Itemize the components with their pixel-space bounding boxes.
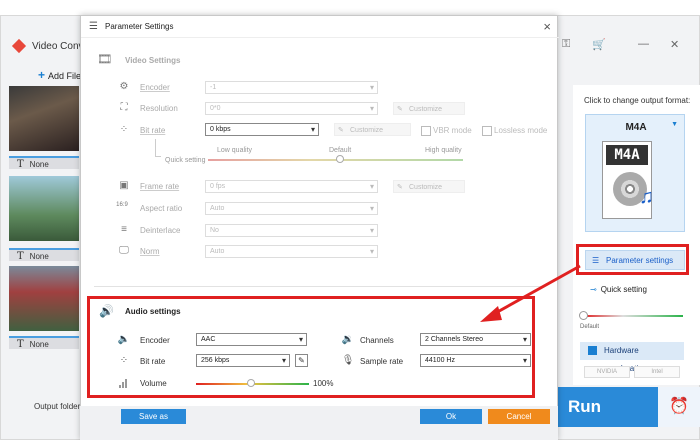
text-icon: T	[17, 159, 24, 170]
red-arrow-icon	[480, 264, 581, 322]
pencil-icon: ✎	[338, 127, 344, 134]
output-format-card[interactable]: M4A ▼ M4A ♫	[585, 114, 685, 232]
key-icon[interactable]: ⚿	[562, 38, 570, 51]
video-settings-title: Video Settings	[125, 56, 181, 65]
hardware-acceleration-button[interactable]: Hardware acceleration	[580, 342, 684, 373]
minimize-icon[interactable]: —	[638, 38, 649, 50]
resolution-select[interactable]: 0*0	[205, 102, 378, 115]
high-quality-label: High quality	[425, 147, 462, 154]
pencil-icon: ✎	[397, 184, 403, 191]
subtitle-selector[interactable]: T None	[9, 248, 79, 262]
ok-button[interactable]: Ok	[420, 409, 482, 424]
vbr-mode-checkbox[interactable]: VBR mode	[421, 126, 472, 136]
resolution-label: Resolution	[140, 104, 178, 113]
video-quality-knob[interactable]	[336, 155, 344, 163]
bitrate-dots-icon: ⁘	[119, 124, 129, 135]
cart-icon[interactable]: 🛒	[592, 38, 606, 51]
cancel-button[interactable]: Cancel	[488, 409, 550, 424]
film-gear-icon: 🎞	[97, 52, 113, 66]
save-as-button[interactable]: Save as	[121, 409, 186, 424]
chip-icon	[588, 346, 597, 355]
resolution-customize-button[interactable]: ✎ Customize	[393, 102, 465, 115]
lossless-mode-checkbox[interactable]: Lossless mode	[482, 126, 547, 136]
aspect-ratio-select[interactable]: Auto	[205, 202, 378, 215]
video-thumbnail[interactable]	[9, 86, 79, 151]
alarm-clock-icon[interactable]: ⏰	[658, 387, 700, 427]
close-app-icon[interactable]: ✕	[670, 38, 679, 51]
default-quality-label: Default	[329, 147, 352, 154]
subtitle-value: None	[29, 340, 49, 349]
toggle-icon: ⊸	[590, 285, 597, 294]
pencil-icon: ✎	[397, 106, 403, 113]
dialog-title-bar: ☰ Parameter Settings ×	[81, 16, 559, 38]
customize-label: Customize	[409, 106, 443, 113]
output-folder-label: Output folder:	[34, 402, 83, 411]
video-bitrate-select[interactable]: 0 kbps	[205, 123, 319, 136]
subtitle-value: None	[29, 252, 49, 261]
deinterlace-label: Deinterlace	[140, 226, 181, 235]
music-note-icon: ♫	[639, 186, 654, 208]
file-label: M4A	[606, 145, 648, 165]
video-encoder-select[interactable]: -1	[205, 81, 378, 94]
sliders-icon: ☰	[89, 21, 98, 32]
framerate-label: Frame rate	[140, 182, 180, 191]
bitrate-customize-button[interactable]: ✎ Customize	[334, 123, 411, 136]
video-thumbnail[interactable]	[9, 266, 79, 331]
text-icon: T	[17, 339, 24, 350]
deinterlace-select[interactable]: No	[205, 224, 378, 237]
intel-badge: Intel	[634, 366, 680, 378]
framerate-icon: ▣	[119, 180, 129, 191]
subtitle-value: None	[29, 160, 49, 169]
aspect-ratio-label: Aspect ratio	[140, 204, 183, 213]
subtitle-selector[interactable]: T None	[9, 336, 79, 350]
quick-setting-label: ⊸ Quick setting	[590, 285, 647, 294]
monitor-icon: 🖵	[119, 245, 129, 256]
encoder-gear-icon: ⚙	[119, 81, 129, 92]
plus-icon: +	[38, 68, 46, 82]
highlight-frame	[576, 244, 689, 275]
format-hint: Click to change output format:	[584, 96, 691, 105]
quick-setting-text: Quick setting	[600, 285, 647, 294]
tree-connector	[155, 139, 161, 157]
framerate-select[interactable]: 0 fps	[205, 180, 378, 193]
norm-select[interactable]: Auto	[205, 245, 378, 258]
subtitle-selector[interactable]: T None	[9, 156, 79, 170]
close-icon[interactable]: ×	[543, 19, 551, 34]
quick-setting-label: Quick setting	[165, 157, 206, 164]
aspect-ratio-icon: 16:9	[116, 202, 128, 208]
audio-highlight-frame	[87, 296, 535, 398]
low-quality-label: Low quality	[217, 147, 253, 154]
norm-label: Norm	[140, 247, 160, 256]
customize-label: Customize	[350, 127, 384, 134]
resolution-icon: ⛶	[120, 102, 128, 113]
framerate-customize-button[interactable]: ✎ Customize	[393, 180, 465, 193]
deinterlace-icon: ≡	[121, 224, 127, 235]
quality-slider-track[interactable]	[583, 315, 683, 317]
dialog-title: Parameter Settings	[105, 22, 174, 31]
m4a-file-icon: M4A ♫	[602, 141, 654, 219]
video-bitrate-label: Bit rate	[140, 126, 166, 135]
nvidia-badge: NVIDIA	[584, 366, 630, 378]
video-thumbnail[interactable]	[9, 176, 79, 241]
add-files-button[interactable]: + Add Files	[38, 68, 86, 82]
video-encoder-label: Encoder	[140, 83, 170, 92]
run-button[interactable]: Run	[558, 387, 658, 427]
dropdown-arrow-icon: ▼	[671, 121, 678, 128]
text-icon: T	[17, 251, 24, 262]
app-title: Video Conv	[32, 41, 84, 52]
customize-label: Customize	[409, 184, 443, 191]
